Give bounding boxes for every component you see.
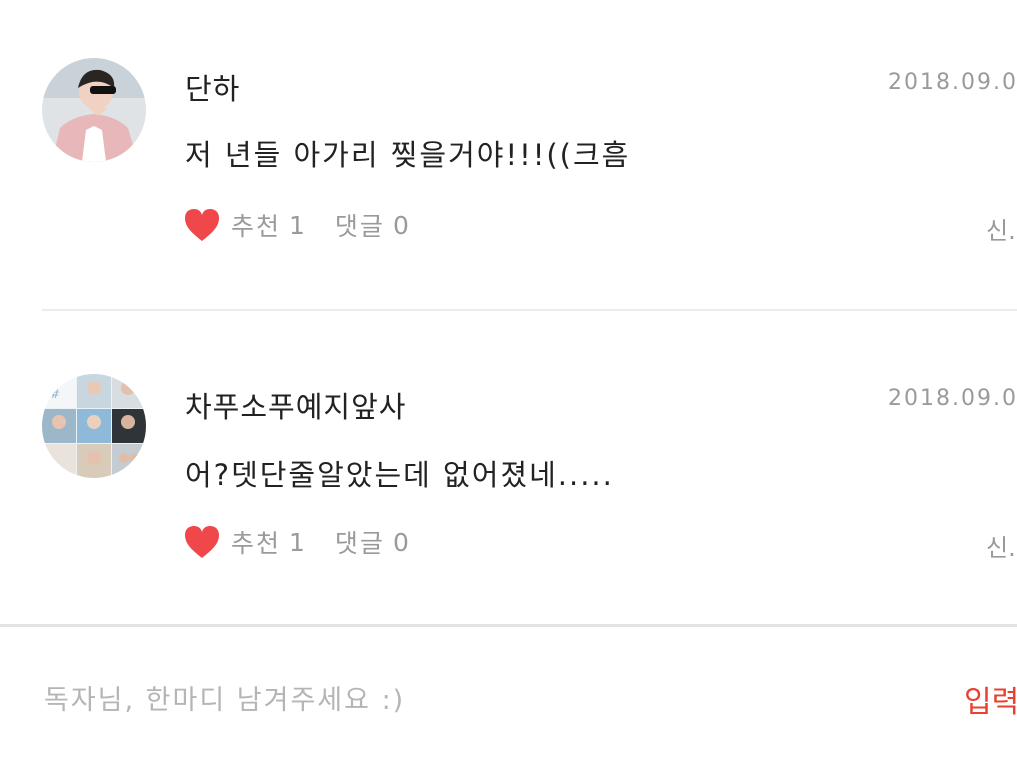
comment-author: 단하 xyxy=(185,72,241,106)
heart-icon[interactable] xyxy=(183,207,221,243)
comment-actions: 추천 1 댓글 0 xyxy=(183,522,409,562)
comment-input-bar: 입력 xyxy=(0,627,1017,763)
comment-input[interactable] xyxy=(44,677,924,723)
avatar-photo xyxy=(42,58,146,162)
comment-text: 어?뎃단줄알았는데 없어졌네..... xyxy=(185,458,614,492)
like-label[interactable]: 추천 xyxy=(231,524,281,560)
comment-item: 단하 2018.09.0 저 년들 아가리 찢을거야!!!((크흠 추천 1 댓… xyxy=(0,0,1017,310)
svg-text:#: # xyxy=(50,387,60,401)
like-count: 1 xyxy=(289,527,305,557)
avatar-photo-grid: # xyxy=(42,374,146,478)
submit-button[interactable]: 입력 xyxy=(964,677,1017,721)
like-label[interactable]: 추천 xyxy=(231,207,281,243)
reply-button[interactable]: 댓글 xyxy=(335,207,385,243)
reply-button[interactable]: 댓글 xyxy=(335,524,385,560)
heart-icon[interactable] xyxy=(183,524,221,560)
report-button[interactable]: 신. xyxy=(986,528,1016,563)
comment-date: 2018.09.0 xyxy=(888,70,1017,95)
comment-section: 단하 2018.09.0 저 년들 아가리 찢을거야!!!((크흠 추천 1 댓… xyxy=(0,0,1017,763)
comment-date: 2018.09.0 xyxy=(888,386,1017,411)
report-button[interactable]: 신. xyxy=(986,211,1016,246)
comment-author: 차푸소푸예지앞사 xyxy=(185,390,407,424)
like-count: 1 xyxy=(289,210,305,240)
comment-actions: 추천 1 댓글 0 xyxy=(183,205,409,245)
comment-text: 저 년들 아가리 찢을거야!!!((크흠 xyxy=(185,138,631,172)
reply-count: 0 xyxy=(392,527,409,557)
avatar[interactable] xyxy=(42,58,146,162)
avatar[interactable]: # xyxy=(42,374,146,478)
divider xyxy=(42,309,1017,311)
comment-item: # 차푸소푸예지앞사 2018.09.0 어?뎃단줄알았는데 없어졌네.....… xyxy=(0,312,1017,626)
reply-count: 0 xyxy=(392,210,409,240)
